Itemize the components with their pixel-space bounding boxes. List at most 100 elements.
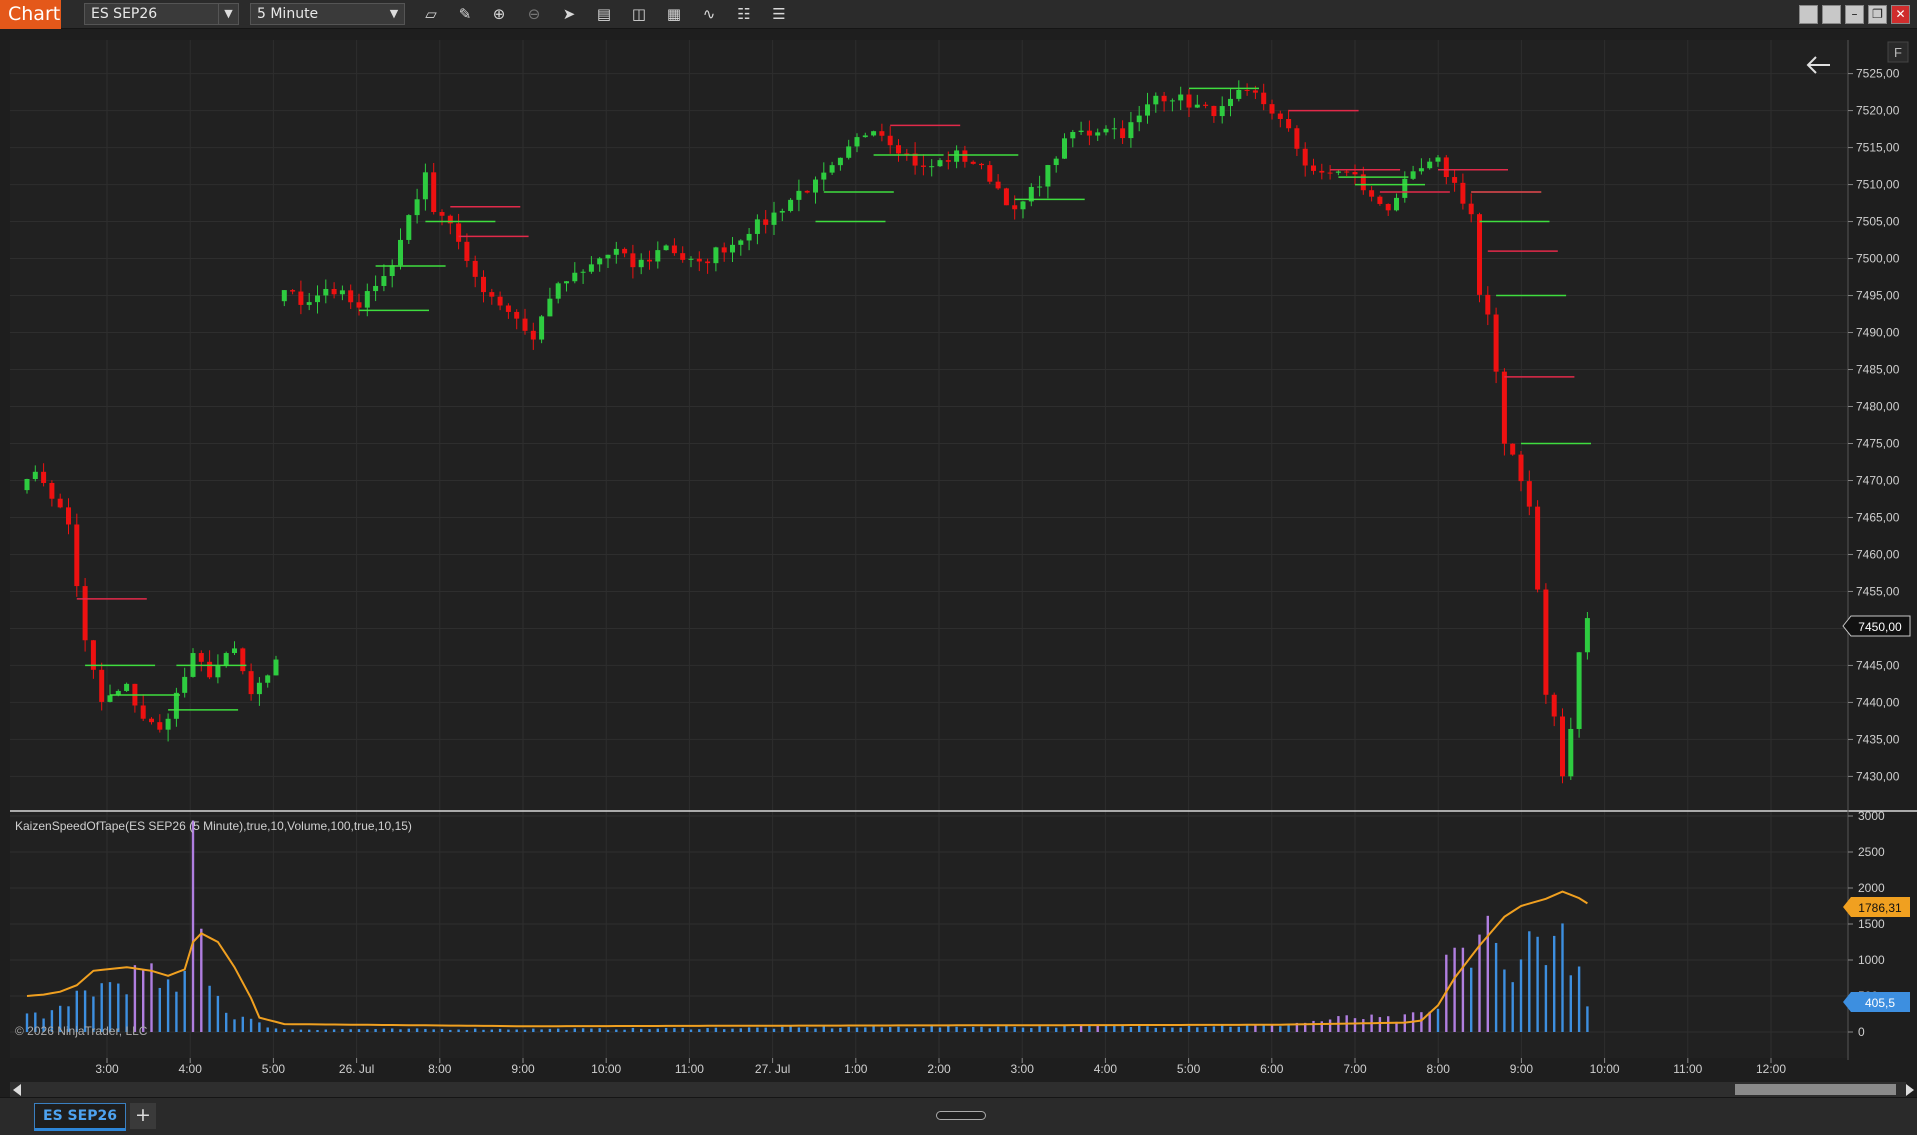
chevron-down-icon[interactable]: ▼	[218, 4, 238, 24]
candle-body	[107, 695, 113, 702]
properties-icon[interactable]: ◫	[626, 3, 652, 25]
volume-bar	[880, 1027, 884, 1032]
indicator-line-marker: 1786,31	[1843, 897, 1910, 917]
chevron-down-icon[interactable]: ▼	[384, 4, 404, 24]
volume-bar	[598, 1028, 601, 1032]
volume-bar	[1121, 1025, 1124, 1032]
candle-body	[630, 253, 636, 268]
zoom-in-icon[interactable]: ⊕	[486, 3, 512, 25]
volume-bar	[980, 1026, 983, 1032]
candle-body	[1369, 190, 1375, 197]
candle-body	[1584, 618, 1590, 653]
volume-bar	[590, 1028, 593, 1032]
volume-bar	[930, 1026, 933, 1032]
horizontal-scrollbar[interactable]	[10, 1082, 1914, 1097]
candle-body	[323, 288, 329, 296]
volume-bar	[1561, 923, 1564, 1032]
volume-bar	[938, 1027, 942, 1032]
candle-body	[1327, 172, 1333, 174]
close-icon[interactable]: ✕	[1891, 5, 1910, 24]
volume-bar	[1478, 934, 1481, 1032]
candle-body	[754, 219, 760, 234]
volume-bar	[1577, 966, 1581, 1032]
candle-body	[564, 281, 569, 284]
candle-body	[1153, 95, 1159, 105]
candle-body	[1485, 294, 1491, 315]
volume-bar	[1362, 1019, 1365, 1032]
tile-window-icon[interactable]	[1799, 5, 1818, 24]
volume-bar	[391, 1028, 394, 1032]
time-tick-label: 11:00	[675, 1062, 704, 1076]
indicator-tick-label: 1000	[1858, 953, 1885, 967]
candle-body	[32, 471, 38, 480]
price-tick-label: 7525,00	[1856, 67, 1900, 81]
volume-bar	[1196, 1027, 1199, 1032]
volume-bar	[1279, 1026, 1282, 1032]
volume-bar	[1254, 1024, 1257, 1032]
indicators-icon[interactable]: ▦	[661, 3, 687, 25]
volume-bar	[947, 1025, 950, 1032]
link-window-icon[interactable]	[1822, 5, 1841, 24]
volume-bar	[714, 1027, 718, 1032]
templates-icon[interactable]: ☷	[731, 3, 757, 25]
volume-bar	[1378, 1017, 1382, 1032]
candle-body	[232, 648, 237, 654]
volume-bar	[1229, 1026, 1232, 1032]
candle-body	[505, 305, 511, 312]
candle-body	[680, 253, 686, 260]
candle-body	[1037, 186, 1043, 188]
candle-body	[1169, 100, 1175, 102]
volume-bar	[573, 1028, 576, 1032]
volume-bar	[382, 1028, 386, 1032]
volume-bar	[606, 1029, 610, 1032]
volume-bar	[366, 1029, 369, 1032]
corner-label: F	[1894, 45, 1902, 60]
candle-body	[74, 524, 80, 587]
bar-style-icon[interactable]: ▱	[418, 3, 444, 25]
price-tick-label: 7475,00	[1856, 436, 1900, 450]
minimize-icon[interactable]: –	[1845, 5, 1864, 24]
candle-body	[622, 248, 628, 254]
volume-bar	[158, 987, 161, 1032]
zoom-out-icon[interactable]: ⊖	[521, 3, 547, 25]
restore-icon[interactable]: ❐	[1868, 5, 1887, 24]
tab-es-sep26[interactable]: ES SEP26	[34, 1103, 126, 1131]
volume-bar	[233, 1019, 236, 1032]
chart-area[interactable]: 7525,00 7520,00 7515,00 7510,00 7505,00 7500,…	[0, 30, 1917, 1097]
data-box-icon[interactable]: ▤	[591, 3, 617, 25]
volume-bar	[490, 1029, 493, 1032]
price-tick-label: 7465,00	[1856, 510, 1900, 524]
volume-bar	[872, 1025, 875, 1032]
candle-body	[422, 172, 428, 200]
volume-bar	[689, 1029, 693, 1032]
price-tick-label: 7485,00	[1856, 363, 1900, 377]
candle-body	[962, 150, 968, 162]
candle-body	[995, 181, 1001, 189]
volume-bar	[1171, 1027, 1174, 1032]
more-icon[interactable]: ☰	[766, 3, 792, 25]
volume-bar	[830, 1028, 834, 1032]
drawing-tool-icon[interactable]: ✎	[452, 3, 478, 25]
volume-bar	[324, 1029, 327, 1032]
volume-bar	[1528, 931, 1531, 1032]
time-tick-label: 12:00	[1756, 1062, 1786, 1076]
instrument-selector[interactable]: ES SEP26 ▼	[84, 3, 239, 25]
candle-body	[896, 145, 901, 154]
volume-bar	[615, 1029, 618, 1032]
interval-selector[interactable]: 5 Minute ▼	[250, 3, 405, 25]
volume-bar	[1154, 1027, 1157, 1032]
volume-bar	[648, 1029, 651, 1032]
candle-body	[1560, 716, 1565, 777]
add-tab-button[interactable]: +	[130, 1103, 156, 1129]
candle-body	[223, 653, 229, 666]
scroll-thumb[interactable]	[1735, 1084, 1896, 1095]
strategies-icon[interactable]: ∿	[696, 3, 722, 25]
candle-body	[555, 283, 561, 299]
candle-body	[1510, 443, 1516, 455]
resize-grip[interactable]	[936, 1111, 986, 1120]
candle-body	[987, 165, 993, 182]
candle-body	[522, 318, 528, 331]
volume-bar	[1511, 982, 1514, 1032]
volume-bar	[523, 1029, 527, 1032]
pointer-icon[interactable]: ➤	[556, 3, 582, 25]
